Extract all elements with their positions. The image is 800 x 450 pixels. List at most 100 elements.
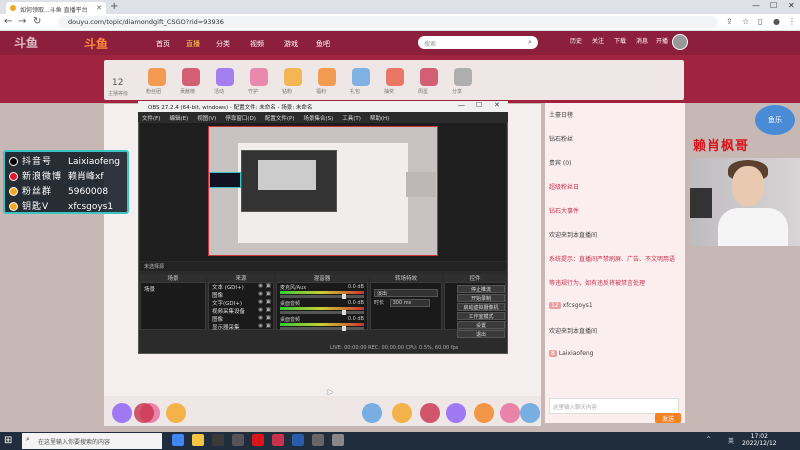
- obs-control-button[interactable]: 退出: [457, 330, 505, 338]
- obs-control-button[interactable]: 启动虚拟摄像机: [457, 303, 505, 311]
- new-tab-button[interactable]: +: [110, 1, 118, 12]
- gift-icon[interactable]: [112, 403, 132, 423]
- history-icon[interactable]: 历史: [566, 36, 586, 45]
- gift-icon[interactable]: [520, 403, 540, 423]
- system-clock[interactable]: 17:02 2022/12/12: [742, 433, 777, 447]
- gift-icon[interactable]: [446, 403, 466, 423]
- profile-icon[interactable]: ●: [773, 17, 780, 26]
- taskbar-app-icon[interactable]: [212, 434, 224, 446]
- source-item[interactable]: 显示器采集 ◉ ▣: [209, 323, 273, 331]
- follow-icon[interactable]: 关注: [588, 36, 608, 45]
- obs-menu-item[interactable]: 帮助(H): [370, 116, 389, 122]
- obs-menu-item[interactable]: 工具(T): [342, 116, 361, 122]
- room-feature-icon[interactable]: [386, 68, 404, 86]
- obs-control-button[interactable]: 设置: [457, 321, 505, 329]
- transition-select[interactable]: 淡出: [374, 289, 438, 297]
- obs-menu-item[interactable]: 文件(F): [142, 116, 160, 122]
- obs-menu-item[interactable]: 配置文件(P): [265, 116, 295, 122]
- volume-slider-handle[interactable]: [342, 326, 346, 331]
- lock-icon[interactable]: ▣: [266, 299, 271, 305]
- room-feature-icon[interactable]: [284, 68, 302, 86]
- gift-icon[interactable]: [134, 403, 154, 423]
- taskbar-app-icon[interactable]: [192, 434, 204, 446]
- visibility-eye-icon[interactable]: ◉: [258, 291, 263, 297]
- taskbar-app-icon[interactable]: [272, 434, 284, 446]
- gift-icon[interactable]: [392, 403, 412, 423]
- obs-close-button[interactable]: ✕: [494, 101, 500, 109]
- download-icon[interactable]: 下载: [610, 36, 630, 45]
- site-logo[interactable]: 斗鱼: [84, 35, 108, 52]
- obs-menu-item[interactable]: 视图(V): [197, 116, 216, 122]
- site-search-input[interactable]: 搜索: [418, 36, 538, 49]
- nav-games[interactable]: 游戏: [284, 39, 298, 49]
- minimize-button[interactable]: —: [752, 1, 760, 10]
- chat-input[interactable]: 这里输入聊天内容: [549, 398, 679, 414]
- input-method-indicator[interactable]: 英: [728, 436, 734, 445]
- gift-icon[interactable]: [500, 403, 520, 423]
- volume-slider-handle[interactable]: [342, 294, 346, 299]
- taskbar-app-icon[interactable]: [292, 434, 304, 446]
- forward-icon[interactable]: →: [18, 16, 26, 27]
- taskbar-app-icon[interactable]: [312, 434, 324, 446]
- address-bar[interactable]: douyu.com/topic/diamondgift_CSGO?rid=939…: [58, 16, 718, 28]
- reload-icon[interactable]: ↻: [33, 16, 41, 27]
- gift-icon[interactable]: [420, 403, 440, 423]
- taskbar-app-icon[interactable]: [332, 434, 344, 446]
- room-feature-icon[interactable]: [318, 68, 336, 86]
- send-button[interactable]: 发送: [655, 413, 681, 423]
- lock-icon[interactable]: ▣: [266, 283, 271, 289]
- sidebar-icon[interactable]: ▯: [758, 17, 762, 26]
- volume-slider[interactable]: [280, 294, 364, 299]
- nav-fishbar[interactable]: 鱼吧: [316, 39, 330, 49]
- obs-menu-item[interactable]: 停靠窗口(D): [225, 116, 256, 122]
- menu-icon[interactable]: ⋮: [788, 17, 796, 26]
- room-feature-icon[interactable]: [250, 68, 268, 86]
- room-feature-icon[interactable]: [352, 68, 370, 86]
- message-icon[interactable]: 消息: [632, 36, 652, 45]
- gift-icon[interactable]: [474, 403, 494, 423]
- room-feature-icon[interactable]: [148, 68, 166, 86]
- lock-icon[interactable]: ▣: [266, 307, 271, 313]
- visibility-eye-icon[interactable]: ◉: [258, 299, 263, 305]
- close-tab-icon[interactable]: ✕: [96, 4, 102, 12]
- volume-slider[interactable]: [280, 310, 364, 315]
- close-window-button[interactable]: ✕: [788, 1, 795, 10]
- duration-input[interactable]: 300 ms: [389, 299, 430, 307]
- source-item[interactable]: 视频采集设备 ◉ ▣: [209, 307, 273, 315]
- nav-home[interactable]: 首页: [156, 39, 170, 49]
- nav-video[interactable]: 视频: [250, 39, 264, 49]
- share-icon[interactable]: ⇪: [726, 17, 733, 26]
- visibility-eye-icon[interactable]: ◉: [258, 283, 263, 289]
- lock-icon[interactable]: ▣: [266, 315, 271, 321]
- taskbar-search-input[interactable]: 在这里输入你要搜索的内容: [22, 433, 162, 449]
- source-item[interactable]: 图像 ◉ ▣: [209, 291, 273, 299]
- obs-menu-item[interactable]: 编辑(E): [169, 116, 188, 122]
- visibility-eye-icon[interactable]: ◉: [258, 323, 263, 329]
- obs-menu-item[interactable]: 场景集合(S): [303, 116, 333, 122]
- gift-icon[interactable]: [362, 403, 382, 423]
- room-feature-icon[interactable]: [420, 68, 438, 86]
- scene-item[interactable]: 场景: [141, 283, 205, 293]
- search-icon[interactable]: ⌕: [528, 38, 532, 47]
- gift-icon[interactable]: [166, 403, 186, 423]
- tray-expand-icon[interactable]: ^: [706, 436, 711, 443]
- volume-slider[interactable]: [280, 326, 364, 331]
- room-feature-icon[interactable]: [454, 68, 472, 86]
- user-avatar[interactable]: [672, 34, 688, 50]
- obs-control-button[interactable]: 开始录制: [457, 294, 505, 302]
- volume-slider-handle[interactable]: [342, 310, 346, 315]
- nav-category[interactable]: 分类: [216, 39, 230, 49]
- room-feature-icon[interactable]: [182, 68, 200, 86]
- visibility-eye-icon[interactable]: ◉: [258, 315, 263, 321]
- bookmark-star-icon[interactable]: ☆: [742, 17, 749, 26]
- maximize-button[interactable]: ☐: [770, 1, 777, 10]
- windows-start-icon[interactable]: ⊞: [4, 435, 12, 446]
- obs-control-button[interactable]: 停止推流: [457, 285, 505, 293]
- broadcast-icon[interactable]: 开播: [652, 36, 672, 45]
- source-item[interactable]: 文字(GDI+) ◉ ▣: [209, 299, 273, 307]
- lock-icon[interactable]: ▣: [266, 323, 271, 329]
- back-icon[interactable]: ←: [4, 16, 12, 27]
- taskbar-app-icon[interactable]: [252, 434, 264, 446]
- obs-minimize-button[interactable]: —: [458, 101, 465, 109]
- source-item[interactable]: 图像 ◉ ▣: [209, 315, 273, 323]
